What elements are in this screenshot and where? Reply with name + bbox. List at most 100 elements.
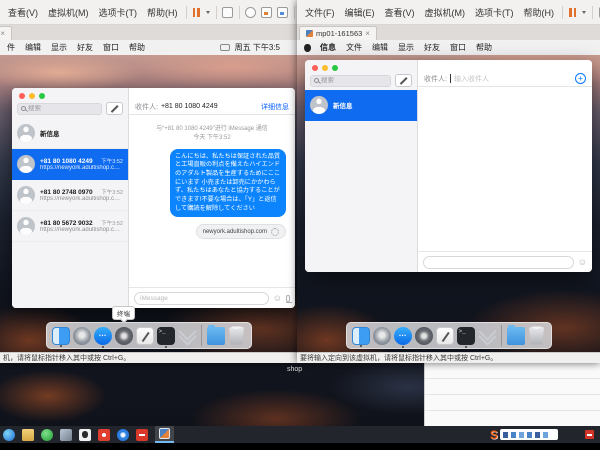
search-input[interactable] <box>28 105 98 112</box>
tab-close-icon[interactable]: × <box>0 30 5 38</box>
send-ctrl-alt-del-icon[interactable] <box>222 7 233 18</box>
revert-snapshot-icon[interactable] <box>277 7 288 18</box>
minimize-button[interactable] <box>322 65 328 71</box>
macos-menu-help[interactable]: 帮助 <box>129 42 145 53</box>
add-recipient-button[interactable]: + <box>575 73 586 84</box>
downloads-stack-icon[interactable] <box>178 327 196 345</box>
pause-icon[interactable] <box>193 8 200 17</box>
menu-view[interactable]: 查看(V) <box>3 6 43 19</box>
edge-icon[interactable] <box>3 429 15 441</box>
list-item-selected[interactable]: +81 80 1080 4249 下午3:52 https://newyork.… <box>12 149 128 180</box>
textedit-icon[interactable] <box>436 327 454 345</box>
microphone-icon[interactable] <box>286 295 290 302</box>
system-preferences-icon[interactable] <box>415 327 433 345</box>
pause-dropdown-caret[interactable] <box>582 11 586 14</box>
minimize-button[interactable] <box>29 93 35 99</box>
trash-icon[interactable] <box>528 327 546 345</box>
messages-icon[interactable] <box>394 327 412 345</box>
red-app-2-icon[interactable] <box>136 429 148 441</box>
macos-menu-window[interactable]: 窗口 <box>450 42 466 53</box>
list-item[interactable]: 新信息 <box>12 118 128 149</box>
zoom-button[interactable] <box>332 65 338 71</box>
search-field[interactable] <box>17 103 102 115</box>
macos-menu-window[interactable]: 窗口 <box>103 42 119 53</box>
terminal-icon[interactable] <box>157 327 175 345</box>
sogou-toolbar[interactable] <box>500 429 558 440</box>
list-item-selected[interactable]: 新信息 <box>305 90 417 121</box>
macos-menu-view[interactable]: 显示 <box>51 42 67 53</box>
list-item[interactable]: +81 80 2748 0970 下午3:52 https://newyork.… <box>12 180 128 211</box>
menu-tabs[interactable]: 选项卡(T) <box>470 6 519 19</box>
search-input[interactable] <box>321 77 387 84</box>
emoji-icon[interactable]: ☺ <box>578 258 587 267</box>
pause-dropdown-caret[interactable] <box>206 11 210 14</box>
macos-menu-edit[interactable]: 编辑 <box>25 42 41 53</box>
textedit-icon[interactable] <box>136 327 154 345</box>
launchpad-icon[interactable] <box>373 327 391 345</box>
menu-help[interactable]: 帮助(H) <box>519 6 560 19</box>
menu-vm[interactable]: 虚拟机(M) <box>420 6 471 19</box>
menu-edit[interactable]: 编辑(E) <box>340 6 380 19</box>
macos-menu-file-partial[interactable]: 件 <box>7 42 15 53</box>
message-input[interactable] <box>134 292 269 305</box>
search-field[interactable] <box>310 75 391 87</box>
tray-red-icon[interactable] <box>585 430 594 439</box>
menubar-status-icon[interactable] <box>220 44 230 51</box>
file-explorer-icon[interactable] <box>22 429 34 441</box>
list-item[interactable]: +81 80 5672 9032 下午3:52 https://newyork.… <box>12 211 128 242</box>
documents-folder-icon[interactable] <box>207 327 225 345</box>
link-preview-card[interactable]: newyork.adultishop.com <box>196 224 286 239</box>
menu-file[interactable]: 文件(F) <box>300 6 340 19</box>
sogou-settings-icon[interactable] <box>543 432 548 438</box>
apple-app-icon[interactable] <box>79 429 91 441</box>
sogou-mode-icon[interactable] <box>503 432 508 438</box>
compose-button[interactable] <box>106 102 123 115</box>
message-input[interactable] <box>423 256 574 269</box>
close-button[interactable] <box>312 65 318 71</box>
sogou-logo[interactable]: S <box>490 429 498 441</box>
macos-menu-buddies[interactable]: 好友 <box>77 42 93 53</box>
zoom-button[interactable] <box>39 93 45 99</box>
apple-logo-icon[interactable] <box>304 44 311 52</box>
tab-close-icon[interactable]: × <box>365 30 370 38</box>
emoji-icon[interactable]: ☺ <box>273 294 282 303</box>
menu-vm[interactable]: 虚拟机(M) <box>43 6 94 19</box>
sogou-punct-icon[interactable] <box>519 432 524 438</box>
macos-menu-buddies[interactable]: 好友 <box>424 42 440 53</box>
menubar-clock[interactable]: 周五 下午3:5 <box>235 42 280 53</box>
recipient-placeholder[interactable]: 输入收件人 <box>454 74 489 84</box>
sogou-lang-icon[interactable] <box>511 432 516 438</box>
compose-button[interactable] <box>395 74 412 87</box>
gray-app-icon[interactable] <box>60 429 72 441</box>
vm-tab[interactable]: mp01-161563 × <box>299 26 377 40</box>
macos-menu-file[interactable]: 文件 <box>346 42 362 53</box>
finder-icon[interactable] <box>352 327 370 345</box>
background-window-panel[interactable] <box>424 363 600 426</box>
trash-icon[interactable] <box>228 327 246 345</box>
launchpad-icon[interactable] <box>73 327 91 345</box>
pause-icon[interactable] <box>569 8 576 17</box>
system-preferences-icon[interactable] <box>115 327 133 345</box>
green-app-icon[interactable] <box>41 429 53 441</box>
take-snapshot-icon[interactable] <box>261 7 272 18</box>
close-button[interactable] <box>19 93 25 99</box>
menu-tabs[interactable]: 选项卡(T) <box>94 6 143 19</box>
blue-app-icon[interactable] <box>117 429 129 441</box>
sogou-emoji-icon[interactable] <box>527 432 532 438</box>
menu-view[interactable]: 查看(V) <box>380 6 420 19</box>
red-app-icon[interactable] <box>98 429 110 441</box>
macos-menu-help[interactable]: 帮助 <box>476 42 492 53</box>
vm-tab-partial[interactable]: × <box>0 26 12 40</box>
macos-menu-view[interactable]: 显示 <box>398 42 414 53</box>
messages-icon[interactable] <box>94 327 112 345</box>
macos-menu-app[interactable]: 信息 <box>320 42 336 53</box>
sogou-keyboard-icon[interactable] <box>535 432 540 438</box>
documents-folder-icon[interactable] <box>507 327 525 345</box>
menu-help[interactable]: 帮助(H) <box>142 6 183 19</box>
finder-icon[interactable] <box>52 327 70 345</box>
snapshot-clock-icon[interactable] <box>245 7 256 18</box>
macos-menu-edit[interactable]: 编辑 <box>372 42 388 53</box>
details-link[interactable]: 详细信息 <box>261 102 289 112</box>
downloads-stack-icon[interactable] <box>478 327 496 345</box>
terminal-icon[interactable] <box>457 327 475 345</box>
